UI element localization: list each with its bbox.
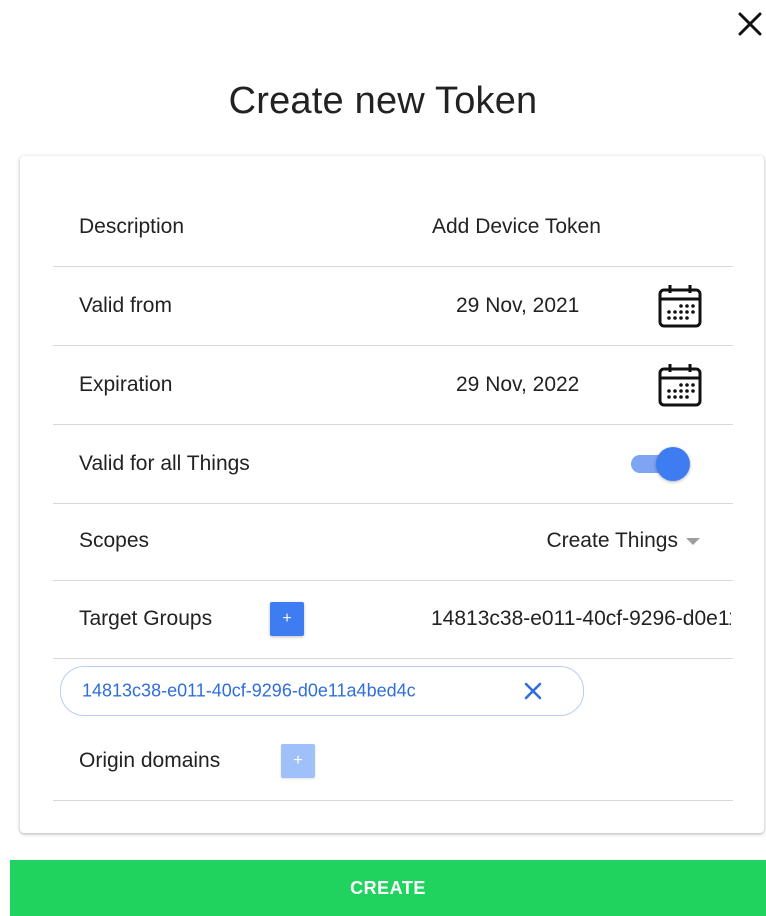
origin-domains-row: Origin domains + — [53, 722, 733, 801]
expiration-value[interactable]: 29 Nov, 2022 — [456, 373, 579, 397]
expiration-label: Expiration — [79, 373, 173, 396]
valid-from-label: Valid from — [79, 294, 172, 317]
valid-for-all-things-toggle[interactable] — [631, 447, 691, 481]
dialog-title: Create new Token — [228, 80, 538, 122]
description-field[interactable]: Add Device Token — [432, 215, 601, 239]
close-icon[interactable] — [521, 679, 545, 703]
target-group-value[interactable]: 14813c38-e011-40cf-9296-d0e11a4bed4c — [431, 607, 731, 631]
target-groups-label: Target Groups — [79, 607, 213, 630]
description-label: Description — [79, 215, 185, 238]
target-groups-row: Target Groups + 14813c38-e011-40cf-9296-… — [53, 580, 733, 659]
scopes-select[interactable]: Create Things — [546, 529, 700, 553]
token-form-card: Description Add Device Token Valid from … — [20, 156, 764, 833]
expiration-row: Expiration 29 Nov, 2022 — [53, 346, 733, 425]
target-group-chip: 14813c38-e011-40cf-9296-d0e11a4bed4c — [60, 666, 584, 716]
add-target-group-button[interactable]: + — [270, 602, 304, 636]
toggle-thumb — [656, 447, 690, 481]
close-icon — [738, 12, 762, 36]
caret-down-icon — [686, 537, 700, 545]
scopes-selected-value: Create Things — [546, 529, 678, 552]
close-dialog-button[interactable] — [730, 4, 766, 44]
create-button[interactable]: CREATE — [10, 860, 766, 916]
calendar-icon[interactable] — [657, 283, 703, 329]
scopes-label: Scopes — [79, 529, 150, 552]
valid-from-value[interactable]: 29 Nov, 2021 — [456, 294, 579, 318]
chip-label: 14813c38-e011-40cf-9296-d0e11a4bed4c — [82, 680, 416, 701]
origin-domains-label: Origin domains — [79, 749, 221, 772]
valid-for-all-things-row: Valid for all Things — [53, 425, 733, 504]
description-row: Description Add Device Token — [53, 188, 733, 267]
add-origin-domain-button[interactable]: + — [281, 744, 315, 778]
calendar-icon[interactable] — [657, 362, 703, 408]
valid-for-all-things-label: Valid for all Things — [79, 452, 250, 475]
valid-from-row: Valid from 29 Nov, 2021 — [53, 267, 733, 346]
scopes-row: Scopes Create Things — [53, 502, 733, 581]
